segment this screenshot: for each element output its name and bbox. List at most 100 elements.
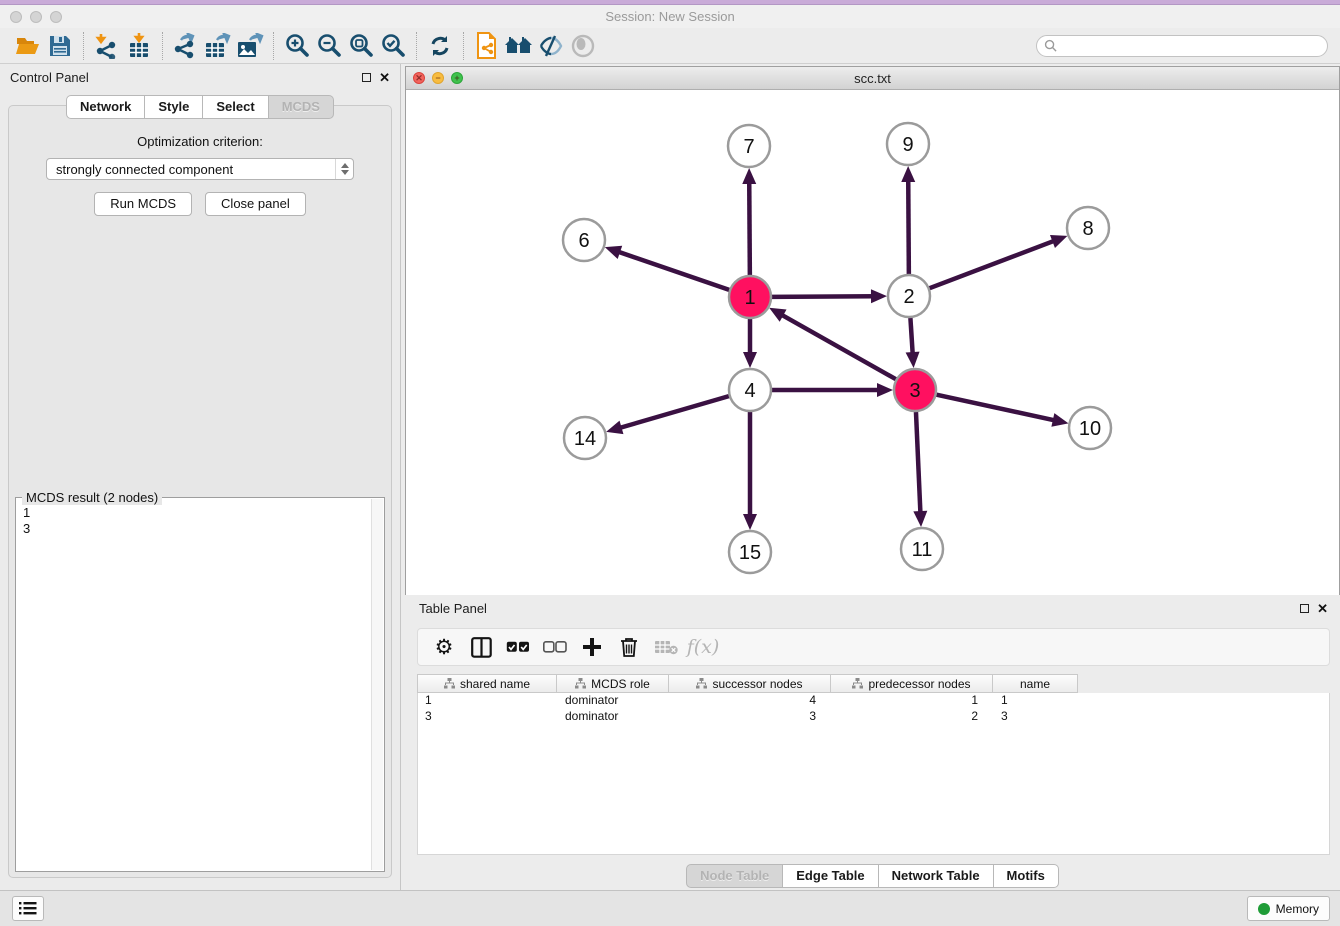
home-icon[interactable]	[503, 31, 535, 61]
table-cell[interactable]: 1	[418, 693, 558, 709]
table-cell[interactable]: 2	[832, 709, 994, 725]
import-network-icon[interactable]	[91, 31, 123, 61]
table-cell[interactable]: 3	[418, 709, 558, 725]
tab-motifs[interactable]: Motifs	[994, 864, 1059, 888]
main-area: Control Panel ✕ NetworkStyleSelectMCDS O…	[0, 64, 1340, 890]
tab-network[interactable]: Network	[66, 95, 145, 119]
graph-edge-3-1[interactable]	[780, 314, 896, 380]
zoom-out-icon[interactable]	[313, 31, 345, 61]
export-image-icon[interactable]	[234, 31, 266, 61]
graph-edge-1-6[interactable]	[616, 251, 729, 290]
select-all-columns-icon[interactable]	[502, 632, 534, 662]
column-label: name	[1020, 677, 1050, 691]
edge-arrowhead	[743, 514, 757, 530]
network-window-titlebar[interactable]: ✕ − + scc.txt	[406, 67, 1339, 90]
save-session-icon[interactable]	[44, 31, 76, 61]
close-panel-icon[interactable]: ✕	[379, 71, 390, 84]
table-panel-title: Table Panel	[419, 601, 487, 616]
mcds-result-text[interactable]: 1 3	[17, 499, 371, 870]
table-cell[interactable]: 3	[670, 709, 832, 725]
network-window-title: scc.txt	[406, 71, 1339, 86]
graph-edge-3-10[interactable]	[936, 395, 1056, 421]
column-header-predecessor-nodes[interactable]: predecessor nodes	[831, 674, 993, 693]
create-column-icon[interactable]	[576, 632, 608, 662]
task-history-button[interactable]	[12, 896, 44, 921]
graph-edge-4-14[interactable]	[618, 396, 729, 428]
delete-table-icon[interactable]	[650, 632, 682, 662]
export-table-icon[interactable]	[202, 31, 234, 61]
edge-arrowhead	[605, 246, 622, 259]
graph-edge-2-9[interactable]	[908, 178, 909, 274]
column-label: successor nodes	[712, 677, 802, 691]
function-builder-icon[interactable]: f(x)	[687, 632, 719, 662]
column-header-name[interactable]: name	[993, 674, 1078, 693]
graph-edge-2-3[interactable]	[910, 318, 912, 356]
close-panel-button[interactable]: Close panel	[205, 192, 306, 216]
table-cell[interactable]: 1	[832, 693, 994, 709]
tab-style[interactable]: Style	[145, 95, 203, 119]
node-label-1: 1	[744, 287, 755, 309]
column-header-MCDS-role[interactable]: MCDS role	[557, 674, 669, 693]
show-graphics-details-icon[interactable]	[567, 31, 599, 61]
unselect-all-columns-icon[interactable]	[539, 632, 571, 662]
open-session-icon[interactable]	[12, 31, 44, 61]
tab-select[interactable]: Select	[203, 95, 268, 119]
memory-label: Memory	[1276, 902, 1319, 916]
tab-network-table[interactable]: Network Table	[879, 864, 994, 888]
edge-arrowhead	[871, 289, 887, 303]
import-table-icon[interactable]	[123, 31, 155, 61]
tab-edge-table[interactable]: Edge Table	[783, 864, 878, 888]
show-columns-icon[interactable]	[465, 632, 497, 662]
graph-edge-1-2[interactable]	[772, 296, 875, 297]
search-input[interactable]	[1061, 39, 1327, 53]
table-cell[interactable]: 1	[994, 693, 1079, 709]
table-row[interactable]: 1dominator411	[418, 693, 1329, 709]
close-table-panel-icon[interactable]: ✕	[1317, 602, 1328, 615]
delete-columns-icon[interactable]	[613, 632, 645, 662]
network-minimize-button[interactable]: −	[432, 72, 444, 84]
zoom-in-icon[interactable]	[281, 31, 313, 61]
network-canvas[interactable]: 7968124314101511	[406, 90, 1339, 596]
table-row[interactable]: 3dominator323	[418, 709, 1329, 725]
float-panel-icon[interactable]	[362, 73, 371, 82]
refresh-icon[interactable]	[424, 31, 456, 61]
graph-edge-3-11[interactable]	[916, 412, 921, 515]
table-tabs: Node TableEdge TableNetwork TableMotifs	[405, 864, 1340, 888]
column-header-shared-name[interactable]: shared name	[417, 674, 557, 693]
export-network-icon[interactable]	[170, 31, 202, 61]
column-header-successor-nodes[interactable]: successor nodes	[669, 674, 831, 693]
criterion-select[interactable]: strongly connected component	[46, 158, 354, 180]
tab-mcds[interactable]: MCDS	[269, 95, 334, 119]
table-panel: Table Panel ✕ ⚙	[405, 595, 1340, 890]
memory-button[interactable]: Memory	[1247, 896, 1330, 921]
network-close-button[interactable]: ✕	[413, 72, 425, 84]
run-mcds-button[interactable]: Run MCDS	[94, 192, 192, 216]
table-cell[interactable]: dominator	[558, 709, 670, 725]
edge-arrowhead	[877, 383, 893, 397]
edge-arrowhead	[1051, 413, 1068, 427]
graph-edge-1-7[interactable]	[749, 180, 750, 275]
network-view-window: ✕ − + scc.txt 7968124314101511	[405, 66, 1340, 597]
column-label: MCDS role	[591, 677, 650, 691]
result-scrollbar[interactable]	[371, 499, 383, 870]
table-cell[interactable]: 4	[670, 693, 832, 709]
network-maximize-button[interactable]: +	[451, 72, 463, 84]
zoom-selected-icon[interactable]	[377, 31, 409, 61]
table-cell[interactable]: dominator	[558, 693, 670, 709]
column-label: predecessor nodes	[868, 677, 970, 691]
node-label-10: 10	[1079, 418, 1101, 440]
hierarchy-icon	[444, 678, 455, 689]
mcds-tab-content: Optimization criterion: strongly connect…	[8, 105, 392, 878]
network-from-file-icon[interactable]	[471, 31, 503, 61]
table-cell[interactable]: 3	[994, 709, 1079, 725]
edge-arrowhead	[606, 421, 623, 434]
node-table: shared name MCDS role successor nodes prede…	[417, 674, 1330, 855]
zoom-fit-icon[interactable]	[345, 31, 377, 61]
hide-panels-icon[interactable]	[535, 31, 567, 61]
node-label-2: 2	[903, 286, 914, 308]
settings-icon[interactable]: ⚙	[428, 632, 460, 662]
search-field[interactable]	[1036, 35, 1328, 57]
graph-edge-2-8[interactable]	[930, 240, 1057, 288]
float-table-panel-icon[interactable]	[1300, 604, 1309, 613]
tab-node-table[interactable]: Node Table	[686, 864, 783, 888]
